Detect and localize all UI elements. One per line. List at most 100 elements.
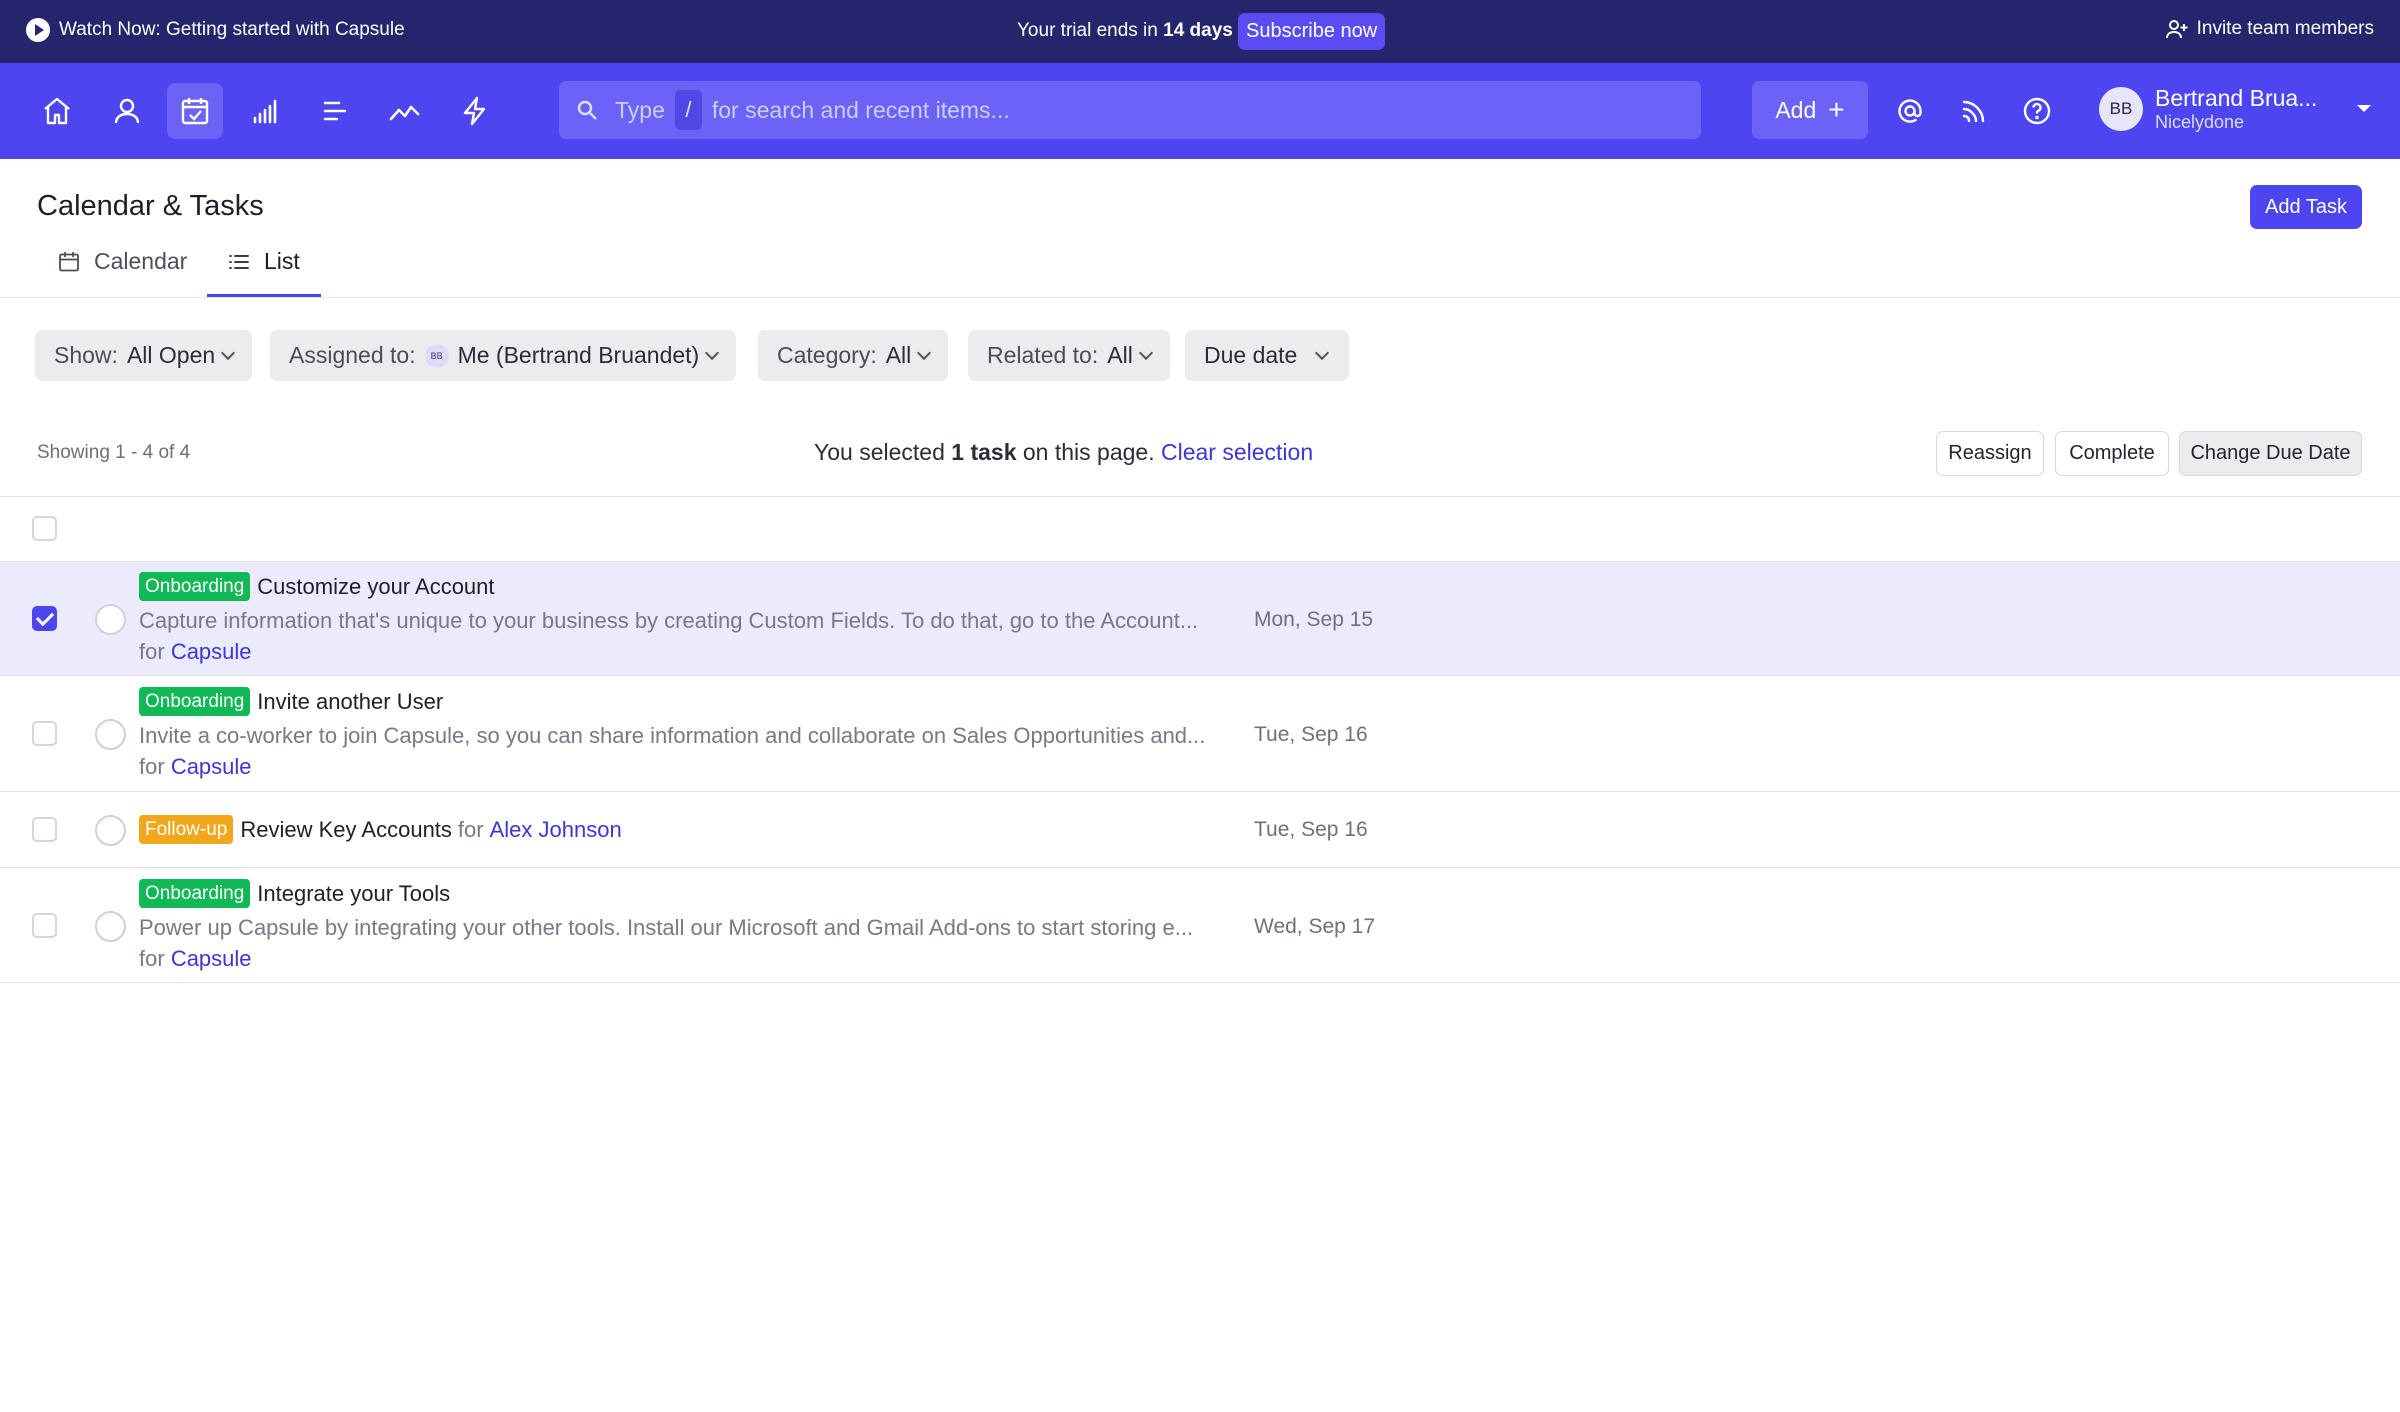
chevron-down-icon: [705, 345, 720, 360]
user-menu[interactable]: BB Bertrand Brua... Nicelydone: [2099, 85, 2371, 133]
task-title[interactable]: Integrate your Tools: [257, 881, 450, 907]
category-tag: Onboarding: [139, 879, 251, 908]
selection-prefix: You selected: [814, 439, 945, 465]
related-link[interactable]: Alex Johnson: [490, 817, 622, 843]
due-date: Tue, Sep 16: [1254, 723, 1368, 746]
selection-count: 1 task: [951, 439, 1017, 465]
category-filter[interactable]: Category: All: [758, 330, 949, 381]
play-icon: [26, 18, 50, 42]
bolt-icon[interactable]: [447, 83, 503, 139]
related-filter-label: Related to:: [987, 342, 1099, 368]
trial-notice: Your trial ends in 14 days: [1017, 20, 1233, 42]
category-tag: Onboarding: [139, 572, 251, 601]
trial-days: 14 days: [1163, 20, 1233, 41]
add-task-button[interactable]: Add Task: [2250, 185, 2362, 229]
task-title[interactable]: Customize your Account: [257, 574, 494, 600]
mention-icon[interactable]: [1882, 83, 1938, 139]
chevron-down-icon: [221, 345, 236, 360]
help-icon[interactable]: [2009, 83, 2065, 139]
task-related: for Capsule: [139, 639, 252, 665]
tab-list-label: List: [264, 248, 300, 274]
table-divider: [0, 791, 2400, 792]
related-filter[interactable]: Related to: All: [968, 330, 1170, 381]
due-date: Mon, Sep 15: [1254, 608, 1374, 631]
show-filter[interactable]: Show: All Open: [35, 330, 253, 381]
tab-list[interactable]: List: [228, 248, 300, 275]
row-checkbox[interactable]: [32, 721, 57, 746]
announcement-bar: Watch Now: Getting started with Capsule …: [0, 0, 2400, 63]
row-checkbox[interactable]: [32, 817, 57, 842]
main-navbar: Type / for search and recent items... Ad…: [0, 63, 2400, 159]
tab-calendar[interactable]: Calendar: [58, 248, 187, 275]
avatar: BB: [424, 343, 449, 368]
assigned-filter[interactable]: Assigned to: BB Me (Bertrand Bruandet): [270, 330, 737, 381]
search-input[interactable]: Type / for search and recent items...: [559, 81, 1701, 139]
results-count: Showing 1 - 4 of 4: [37, 442, 191, 463]
change-due-date-button[interactable]: Change Due Date: [2179, 431, 2362, 476]
task-title-row: Onboarding Invite another User: [139, 687, 443, 716]
due-date: Wed, Sep 17: [1254, 915, 1376, 938]
task-description: Power up Capsule by integrating your oth…: [139, 915, 1194, 940]
tab-divider: [0, 297, 2400, 298]
task-title[interactable]: Review Key Accounts: [240, 817, 452, 843]
home-icon[interactable]: [29, 83, 85, 139]
table-divider: [0, 867, 2400, 868]
trend-icon[interactable]: [377, 83, 433, 139]
feed-icon[interactable]: [1946, 83, 2002, 139]
caret-down-icon: [2357, 105, 2371, 112]
related-link[interactable]: Capsule: [171, 754, 252, 779]
row-checkbox[interactable]: [32, 913, 57, 938]
task-title-row: Onboarding Customize your Account: [139, 572, 495, 601]
user-name: Bertrand Brua...: [2155, 85, 2318, 111]
show-filter-value: All Open: [126, 342, 216, 368]
assigned-filter-label: Assigned to:: [289, 342, 416, 368]
chevron-down-icon: [1138, 345, 1153, 360]
task-title-row: Onboarding Integrate your Tools: [139, 879, 450, 908]
related-link[interactable]: Capsule: [171, 946, 252, 971]
assigned-filter-value: Me (Bertrand Bruandet): [457, 342, 700, 368]
search-shortcut-key: /: [674, 90, 702, 130]
list-icon: [229, 254, 249, 269]
table-divider: [0, 675, 2400, 676]
complete-task-toggle[interactable]: [95, 719, 126, 750]
watch-now-link[interactable]: Watch Now: Getting started with Capsule: [26, 18, 405, 42]
row-checkbox[interactable]: [32, 606, 57, 631]
due-date: Tue, Sep 16: [1254, 818, 1368, 841]
invite-team-button[interactable]: Invite team members: [2165, 18, 2374, 40]
due-date-filter[interactable]: Due date: [1185, 330, 1350, 381]
complete-task-toggle[interactable]: [95, 604, 126, 635]
clear-selection-link[interactable]: Clear selection: [1161, 439, 1313, 465]
for-label: for: [139, 754, 165, 779]
task-related: for Capsule: [139, 754, 252, 780]
user-org: Nicelydone: [2155, 112, 2245, 132]
calendar-icon: [59, 251, 79, 271]
calendar-check-icon[interactable]: [167, 83, 223, 139]
person-icon[interactable]: [99, 83, 155, 139]
watch-now-label: Watch Now: Getting started with Capsule: [59, 19, 405, 40]
category-tag: Follow-up: [139, 815, 234, 844]
category-tag: Onboarding: [139, 687, 251, 716]
add-button[interactable]: Add +: [1752, 81, 1868, 139]
bar-chart-icon[interactable]: [237, 83, 293, 139]
complete-button[interactable]: Complete: [2055, 431, 2169, 476]
complete-task-toggle[interactable]: [95, 911, 126, 942]
select-all-checkbox[interactable]: [32, 516, 57, 541]
list-icon[interactable]: [307, 83, 363, 139]
selection-message: You selected 1 task on this page. Clear …: [814, 439, 1313, 466]
for-label: for: [457, 816, 484, 842]
for-label: for: [139, 946, 165, 971]
subscribe-button[interactable]: Subscribe now: [1238, 13, 1386, 50]
task-related: for Capsule: [139, 946, 252, 972]
chevron-down-icon: [917, 345, 932, 360]
task-title-row: Follow-up Review Key Accounts for Alex J…: [139, 815, 622, 844]
related-link[interactable]: Capsule: [171, 639, 252, 664]
task-title[interactable]: Invite another User: [257, 689, 443, 715]
reassign-button[interactable]: Reassign: [1936, 431, 2044, 476]
complete-task-toggle[interactable]: [95, 815, 126, 846]
search-prefix: Type: [615, 96, 665, 123]
plus-icon: +: [1828, 94, 1845, 125]
search-placeholder: for search and recent items...: [711, 96, 1010, 123]
page-title: Calendar & Tasks: [37, 190, 264, 222]
category-filter-label: Category:: [777, 342, 877, 368]
search-icon: [577, 100, 597, 120]
